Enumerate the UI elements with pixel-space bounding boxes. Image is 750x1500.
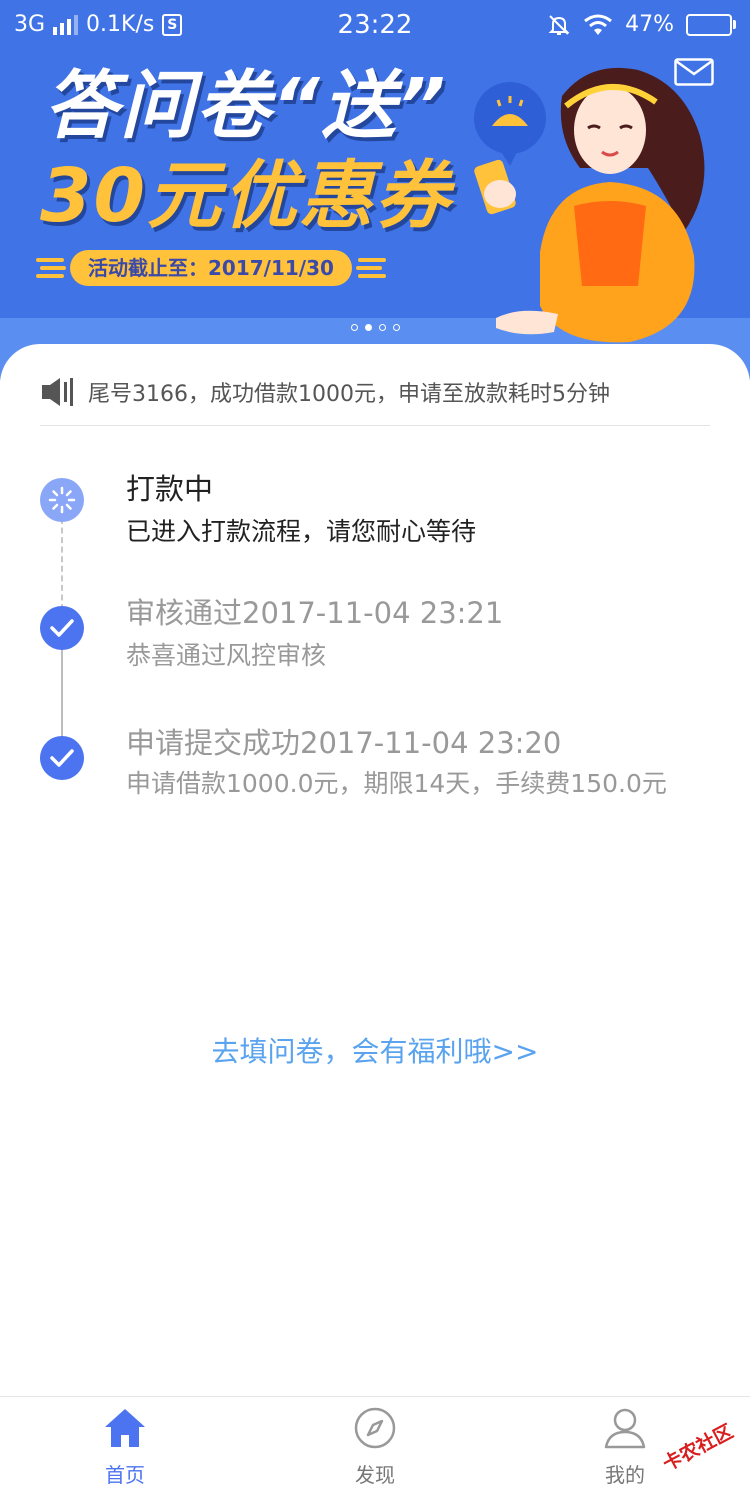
loan-status-card: 尾号3166，成功借款1000元，申请至放款耗时5分钟 — [0, 344, 750, 1396]
timeline-description: 恭喜通过风控审核 — [126, 641, 327, 670]
announcement-bar: 尾号3166，成功借款1000元，申请至放款耗时5分钟 — [40, 358, 710, 426]
deadline-text: 活动截止至：2017/11/30 — [70, 250, 352, 286]
check-icon — [40, 606, 84, 650]
battery-percent: 47% — [625, 12, 674, 37]
promo-banner[interactable]: 3G 0.1K/s S 23:22 47% 答问卷“送” 30元优惠券 活动截止… — [0, 0, 750, 380]
tab-discover[interactable]: 发现 — [300, 1407, 450, 1497]
carousel-dot[interactable] — [350, 324, 358, 331]
timeline-connector-done — [61, 648, 63, 740]
status-bar: 3G 0.1K/s S 23:22 47% — [0, 0, 750, 50]
battery-icon — [686, 13, 736, 36]
carousel-dot[interactable] — [392, 324, 400, 331]
timeline-connector-pending — [61, 518, 63, 610]
timeline-description: 已进入打款流程，请您耐心等待 — [126, 517, 477, 546]
timeline-title: 打款中 — [126, 472, 214, 506]
home-icon — [105, 1409, 145, 1447]
carousel-dot[interactable] — [378, 324, 386, 331]
loading-icon — [40, 478, 84, 522]
tab-discover-label: 发现 — [355, 1463, 395, 1487]
banner-title: 答问卷“送” — [44, 63, 448, 149]
carousel-indicator[interactable] — [0, 324, 750, 331]
ribbon-right-decoration-icon — [355, 258, 386, 278]
bottom-tab-bar: 首页 发现 我的 — [0, 1396, 750, 1500]
banner-coupon-text: 30元优惠券 — [40, 153, 451, 239]
tab-home-label: 首页 — [105, 1463, 145, 1487]
timeline-description: 申请借款1000.0元，期限14天，手续费150.0元 — [126, 769, 667, 798]
tab-home[interactable]: 首页 — [50, 1407, 200, 1497]
carousel-dot[interactable] — [364, 324, 372, 331]
deadline-ribbon: 活动截止至：2017/11/30 — [36, 250, 386, 286]
user-icon — [604, 1408, 646, 1449]
compass-icon — [354, 1407, 396, 1449]
ribbon-left-decoration-icon — [36, 258, 66, 278]
timeline-title: 审核通过2017-11-04 23:21 — [126, 596, 504, 630]
survey-link[interactable]: 去填问卷，会有福利哦>> — [0, 1030, 750, 1070]
speaker-icon — [42, 377, 73, 406]
silent-bell-icon — [548, 14, 570, 35]
wifi-icon — [584, 14, 613, 35]
timeline-title: 申请提交成功2017-11-04 23:20 — [126, 726, 562, 760]
announcement-text: 尾号3166，成功借款1000元，申请至放款耗时5分钟 — [88, 381, 610, 407]
girl-with-phone-illustration — [474, 67, 705, 343]
check-icon — [40, 736, 84, 780]
